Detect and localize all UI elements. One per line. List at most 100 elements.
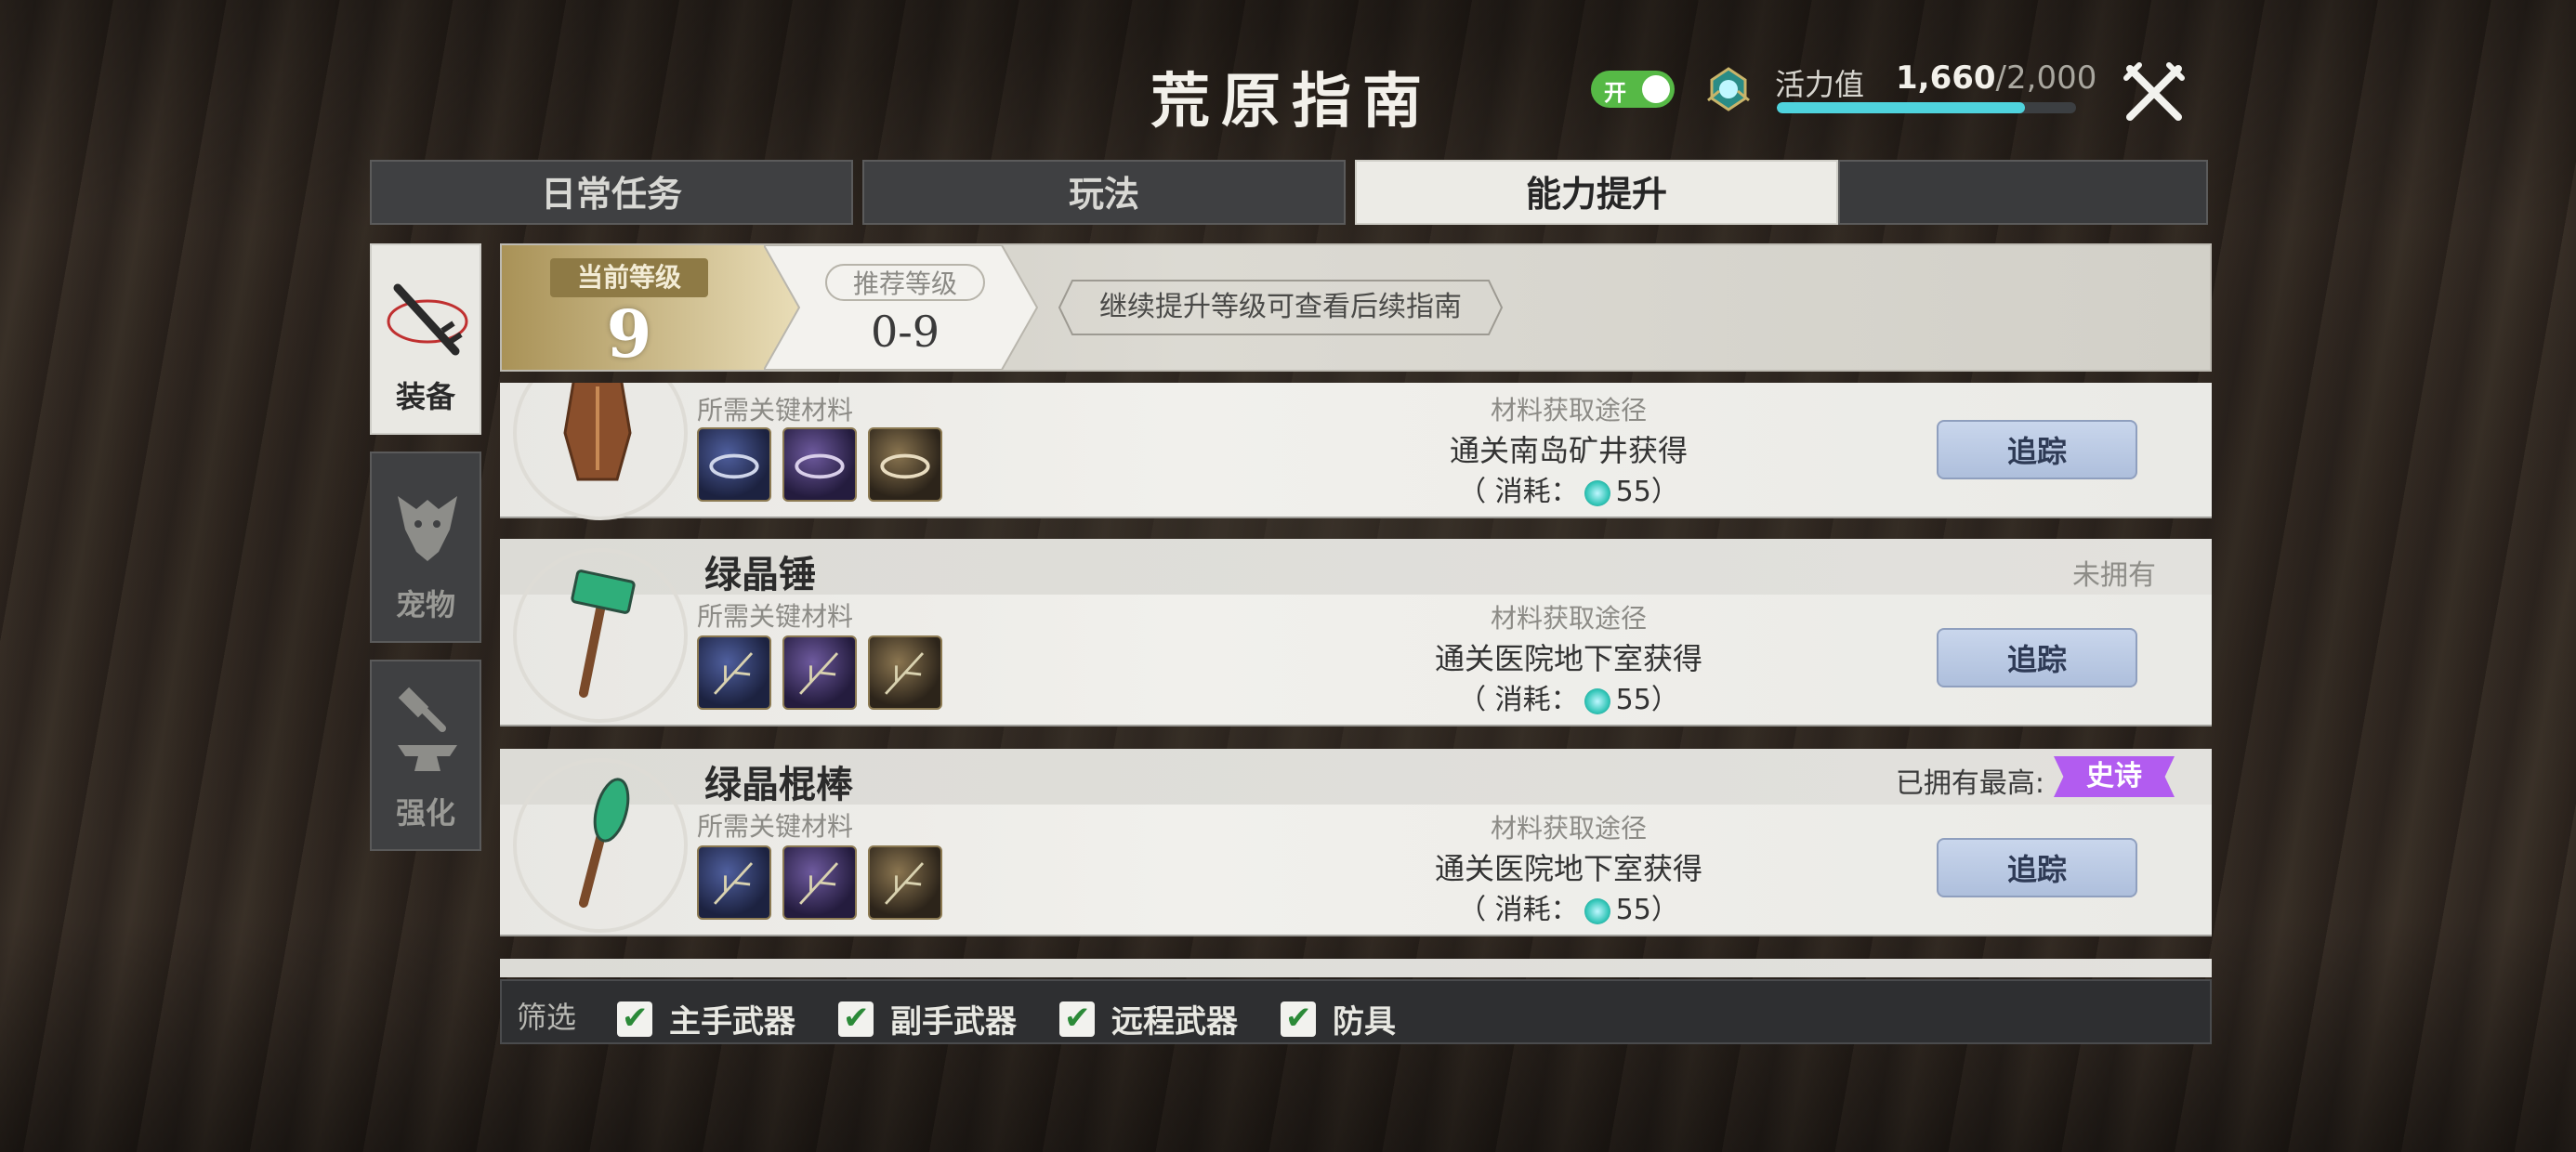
tab-ability-upgrade[interactable]: 能力提升 (1355, 160, 1838, 225)
tab-gameplay[interactable]: 玩法 (862, 160, 1346, 225)
energy-progress-bar (1777, 102, 2076, 113)
ownership-status: 已拥有最高: (1895, 767, 2044, 800)
anvil-hammer-icon (398, 687, 457, 771)
cost-suffix: ） (1650, 476, 1679, 508)
material-slot[interactable] (782, 845, 857, 920)
sidebar-item-pet[interactable]: 宠物 (370, 452, 481, 643)
material-slot[interactable] (697, 845, 771, 920)
filter-bar: 筛选 主手武器 副手武器 远程武器 防具 (500, 979, 2212, 1044)
bracer-icon (563, 383, 632, 481)
material-slot[interactable] (868, 635, 942, 710)
ring-material-icon (709, 453, 759, 479)
sidebar-item-label: 宠物 (395, 587, 455, 622)
cost-text: （ 消耗： 55） (1429, 886, 1708, 927)
required-materials-label: 所需关键材料 (697, 601, 854, 632)
list-item (500, 959, 2212, 977)
energy-current: 1,660 (1896, 59, 1996, 97)
checkbox[interactable] (838, 1000, 874, 1037)
sidebar-item-label: 装备 (395, 379, 455, 414)
sidebar-item-enhance[interactable]: 强化 (370, 660, 481, 851)
checkbox[interactable] (1059, 1000, 1095, 1037)
sidebar-item-label: 强化 (395, 795, 455, 831)
source-text: 通关医院地下室获得 (1434, 851, 1702, 886)
checkbox[interactable] (1281, 1000, 1316, 1037)
energy-value: 1,660/2,000 (1896, 59, 2096, 97)
current-level-label: 当前等级 (550, 258, 708, 297)
cost-prefix: （ 消耗： (1458, 684, 1579, 716)
tab-daily-tasks[interactable]: 日常任务 (370, 160, 853, 225)
cost-value: 55 (1615, 684, 1651, 716)
material-slot[interactable] (697, 427, 771, 502)
ring-material-icon (880, 453, 930, 479)
filter-label: 筛选 (517, 1000, 577, 1035)
branch-material-icon (885, 652, 925, 695)
filter-ranged-weapon[interactable]: 远程武器 (1059, 996, 1238, 1041)
item-name: 绿晶棍棒 (704, 764, 853, 806)
branch-material-icon (714, 862, 754, 905)
filter-option-label: 副手武器 (890, 1003, 1017, 1041)
energy-progress-fill (1777, 102, 2026, 113)
source-label: 材料获取途径 (1490, 813, 1647, 844)
material-slot[interactable] (697, 635, 771, 710)
track-button[interactable]: 追踪 (1937, 420, 2137, 479)
ring-material-icon (795, 453, 845, 479)
filter-off-hand-weapon[interactable]: 副手武器 (838, 996, 1017, 1041)
material-slot[interactable] (868, 427, 942, 502)
energy-crystal-icon (1584, 479, 1610, 506)
current-level-value: 9 (606, 295, 652, 373)
track-button[interactable]: 追踪 (1937, 838, 2137, 897)
item-name-bar (500, 959, 2212, 977)
source-text: 通关医院地下室获得 (1434, 641, 1702, 676)
cost-prefix: （ 消耗： (1458, 476, 1579, 508)
cost-text: （ 消耗： 55） (1429, 468, 1708, 509)
filter-main-hand-weapon[interactable]: 主手武器 (617, 996, 795, 1041)
sword-icon (387, 283, 468, 356)
auto-toggle-switch[interactable]: 开 (1591, 71, 1675, 108)
cost-suffix: ） (1650, 894, 1679, 926)
material-slot[interactable] (782, 635, 857, 710)
material-slots (697, 635, 942, 710)
list-item: 绿晶棍棒 已拥有最高: 史诗 所需关键材料 材料获取途径 通关医院地下室获得 （… (500, 749, 2212, 935)
recommended-level-value: 0-9 (870, 307, 940, 357)
energy-crystal-icon (1584, 687, 1610, 714)
level-hint-text: 继续提升等级可查看后续指南 (1099, 291, 1462, 323)
branch-material-icon (885, 862, 925, 905)
recommended-level-label: 推荐等级 (825, 264, 985, 301)
filter-option-label: 远程武器 (1111, 1003, 1238, 1041)
toggle-knob (1642, 75, 1670, 103)
list-item: 所需关键材料 材料获取途径 通关南岛矿井获得 （ 消耗： 55） 追踪 (500, 383, 2212, 520)
material-slot[interactable] (868, 845, 942, 920)
filter-option-label: 防具 (1333, 1003, 1396, 1041)
cost-value: 55 (1615, 894, 1651, 926)
toggle-label: 开 (1604, 80, 1626, 106)
energy-label: 活力值 (1775, 67, 1865, 102)
cost-value: 55 (1615, 476, 1651, 508)
green-crystal-hammer-icon (571, 569, 636, 698)
energy-max: /2,000 (1995, 59, 2097, 97)
crossed-swords-close-icon[interactable] (2119, 58, 2189, 128)
ownership-status: 未拥有 (2072, 559, 2156, 592)
track-button[interactable]: 追踪 (1937, 628, 2137, 687)
source-label: 材料获取途径 (1490, 395, 1647, 425)
cost-prefix: （ 消耗： (1458, 894, 1579, 926)
filter-option-label: 主手武器 (669, 1003, 795, 1041)
checkbox[interactable] (617, 1000, 652, 1037)
cost-text: （ 消耗： 55） (1429, 676, 1708, 717)
branch-material-icon (714, 652, 754, 695)
required-materials-label: 所需关键材料 (697, 395, 854, 425)
rarity-badge: 史诗 (2054, 756, 2175, 797)
material-slots (697, 427, 942, 502)
filter-armor[interactable]: 防具 (1281, 996, 1396, 1041)
branch-material-icon (799, 652, 839, 695)
wolf-icon (398, 496, 457, 561)
material-slot[interactable] (782, 427, 857, 502)
energy-crystal-icon (1584, 897, 1610, 924)
green-crystal-club-icon (579, 778, 630, 908)
source-label: 材料获取途径 (1490, 603, 1647, 634)
equipment-list[interactable]: 所需关键材料 材料获取途径 通关南岛矿井获得 （ 消耗： 55） 追踪 绿晶锤 未… (500, 383, 2212, 977)
branch-material-icon (799, 862, 839, 905)
sidebar-item-equipment[interactable]: 装备 (370, 243, 481, 435)
list-item: 绿晶锤 未拥有 所需关键材料 材料获取途径 通关医院地下室获得 （ 消耗： 55）… (500, 539, 2212, 725)
energy-crystal-icon (1707, 67, 1750, 111)
tab-empty-slot (1838, 160, 2208, 225)
